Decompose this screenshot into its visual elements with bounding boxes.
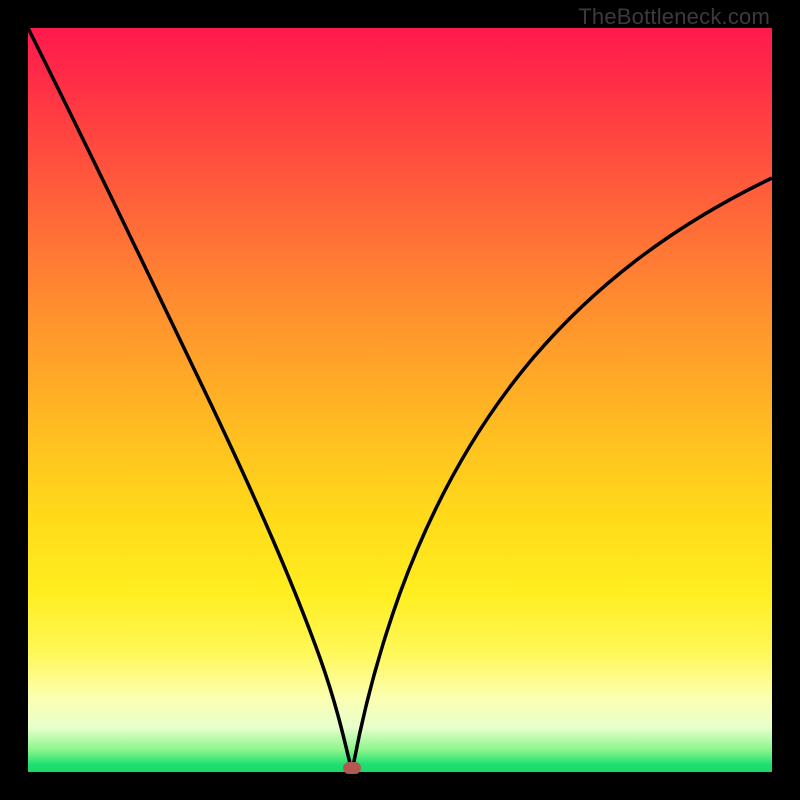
plot-area (28, 28, 772, 772)
chart-container: TheBottleneck.com (0, 0, 800, 800)
watermark-text: TheBottleneck.com (578, 4, 770, 30)
bottleneck-curve-path (28, 28, 772, 772)
minimum-marker (343, 762, 361, 774)
curve-svg (28, 28, 772, 772)
